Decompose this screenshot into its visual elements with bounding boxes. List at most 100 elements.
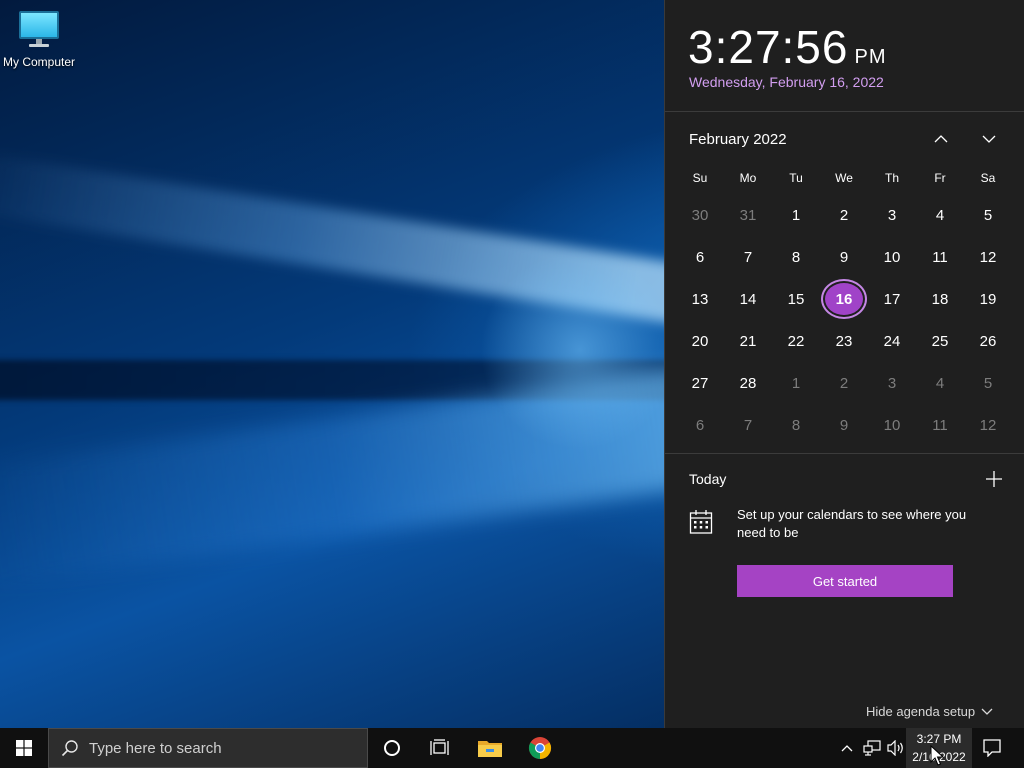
calendar-day[interactable]: 19 — [964, 278, 1012, 320]
calendar-month-title[interactable]: February 2022 — [689, 131, 787, 148]
calendar-day[interactable]: 4 — [916, 194, 964, 236]
search-icon — [61, 740, 78, 757]
calendar-day[interactable]: 14 — [724, 278, 772, 320]
calendar-day[interactable]: 11 — [916, 404, 964, 446]
calendar-day-number: 15 — [787, 290, 805, 308]
calendar-week-row: 13 14 15 16 17 18 19 — [676, 278, 1012, 320]
windows-start-icon — [16, 740, 32, 756]
calendar-day[interactable]: 3 — [868, 362, 916, 404]
calendar-day[interactable]: 7 — [724, 404, 772, 446]
calendar-day-number: 19 — [979, 290, 997, 308]
weekday-header: Tu — [789, 171, 803, 185]
calendar-day[interactable]: 28 — [724, 362, 772, 404]
weekday-header-row: Su Mo Tu We Th Fr Sa — [676, 162, 1012, 194]
calendar-day[interactable]: 5 — [964, 362, 1012, 404]
calendar-day-number: 12 — [979, 416, 997, 434]
calendar-day[interactable]: 11 — [916, 236, 964, 278]
calendar-day[interactable]: 12 — [964, 404, 1012, 446]
calendar-day-number: 18 — [931, 290, 949, 308]
calendar-day[interactable]: 17 — [868, 278, 916, 320]
calendar-day[interactable]: 27 — [676, 362, 724, 404]
calendar-day[interactable]: 13 — [676, 278, 724, 320]
calendar-day[interactable]: 30 — [676, 194, 724, 236]
calendar-day-number: 5 — [983, 206, 993, 224]
clock-calendar-flyout: 3:27:56 PM Wednesday, February 16, 2022 F… — [664, 0, 1024, 728]
chevron-down-icon — [981, 708, 993, 715]
calendar-week-row: 30 31 1 2 3 4 5 — [676, 194, 1012, 236]
calendar-day-number: 1 — [791, 206, 801, 224]
chevron-down-icon — [982, 135, 996, 143]
calendar-week-row: 20 21 22 23 24 25 26 — [676, 320, 1012, 362]
calendar-day[interactable]: 8 — [772, 404, 820, 446]
calendar-day[interactable]: 7 — [724, 236, 772, 278]
plus-icon — [986, 471, 1002, 487]
calendar-day-number: 10 — [883, 248, 901, 266]
calendar-day[interactable]: 2 — [820, 362, 868, 404]
calendar-day-number: 3 — [887, 374, 897, 392]
calendar-day[interactable]: 8 — [772, 236, 820, 278]
calendar-day-number: 5 — [983, 374, 993, 392]
calendar-day-number: 24 — [883, 332, 901, 350]
weekday-header: Sa — [980, 171, 996, 185]
start-button[interactable] — [0, 728, 48, 768]
calendar-day[interactable]: 22 — [772, 320, 820, 362]
file-explorer-button[interactable] — [466, 728, 514, 768]
action-center-button[interactable] — [974, 728, 1010, 768]
calendar-day-number: 27 — [691, 374, 709, 392]
calendar-day[interactable]: 10 — [868, 404, 916, 446]
calendar-day[interactable]: 4 — [916, 362, 964, 404]
add-event-button[interactable] — [983, 468, 1005, 490]
calendar-day-number: 10 — [883, 416, 901, 434]
desktop-icon-my-computer[interactable]: My Computer — [0, 8, 78, 69]
calendar-day-number: 9 — [839, 416, 849, 434]
calendar-day[interactable]: 9 — [820, 236, 868, 278]
calendar-day[interactable]: 12 — [964, 236, 1012, 278]
hide-agenda-setup-link[interactable]: Hide agenda setup — [866, 704, 993, 719]
cortana-button[interactable] — [368, 728, 416, 768]
next-month-button[interactable] — [974, 126, 1004, 152]
calendar-day[interactable]: 9 — [820, 404, 868, 446]
calendar-icon — [689, 509, 713, 535]
calendar-week-row: 27 28 1 2 3 4 5 — [676, 362, 1012, 404]
calendar-day[interactable]: 6 — [676, 236, 724, 278]
volume-button[interactable] — [884, 728, 908, 768]
calendar-day[interactable]: 2 — [820, 194, 868, 236]
calendar-day[interactable]: 20 — [676, 320, 724, 362]
notification-icon — [983, 739, 1001, 757]
calendar-day[interactable]: 5 — [964, 194, 1012, 236]
calendar-day[interactable]: 1 — [772, 194, 820, 236]
taskbar-search-box[interactable]: Type here to search — [48, 728, 368, 768]
agenda-today-label: Today — [689, 471, 727, 487]
calendar-day[interactable]: 6 — [676, 404, 724, 446]
calendar-day-number: 26 — [979, 332, 997, 350]
calendar-day[interactable]: 18 — [916, 278, 964, 320]
get-started-button[interactable]: Get started — [737, 565, 953, 597]
clock-date[interactable]: Wednesday, February 16, 2022 — [689, 74, 884, 90]
chevron-up-icon — [934, 135, 948, 143]
calendar-day[interactable]: 3 — [868, 194, 916, 236]
calendar-day[interactable]: 25 — [916, 320, 964, 362]
network-button[interactable] — [860, 728, 884, 768]
calendar-day[interactable]: 26 — [964, 320, 1012, 362]
chrome-icon — [528, 737, 552, 759]
calendar-day[interactable]: 24 — [868, 320, 916, 362]
calendar-day[interactable]: 21 — [724, 320, 772, 362]
calendar-day-today[interactable]: 16 — [820, 278, 868, 320]
task-view-icon — [430, 739, 449, 755]
calendar-day-number: 22 — [787, 332, 805, 350]
calendar-day-number: 25 — [931, 332, 949, 350]
calendar-day[interactable]: 1 — [772, 362, 820, 404]
clock-display: 3:27:56 PM — [688, 20, 886, 74]
calendar-day[interactable]: 31 — [724, 194, 772, 236]
calendar-day-number: 1 — [791, 374, 801, 392]
calendar-day[interactable]: 23 — [820, 320, 868, 362]
show-hidden-icons-button[interactable] — [836, 728, 858, 768]
chrome-button[interactable] — [516, 728, 564, 768]
calendar-day-number: 30 — [691, 206, 709, 224]
calendar-day-number: 11 — [932, 416, 948, 434]
calendar-day[interactable]: 15 — [772, 278, 820, 320]
task-view-button[interactable] — [416, 728, 464, 768]
calendar-day[interactable]: 10 — [868, 236, 916, 278]
calendar-day-number: 16 — [823, 281, 865, 317]
previous-month-button[interactable] — [926, 126, 956, 152]
